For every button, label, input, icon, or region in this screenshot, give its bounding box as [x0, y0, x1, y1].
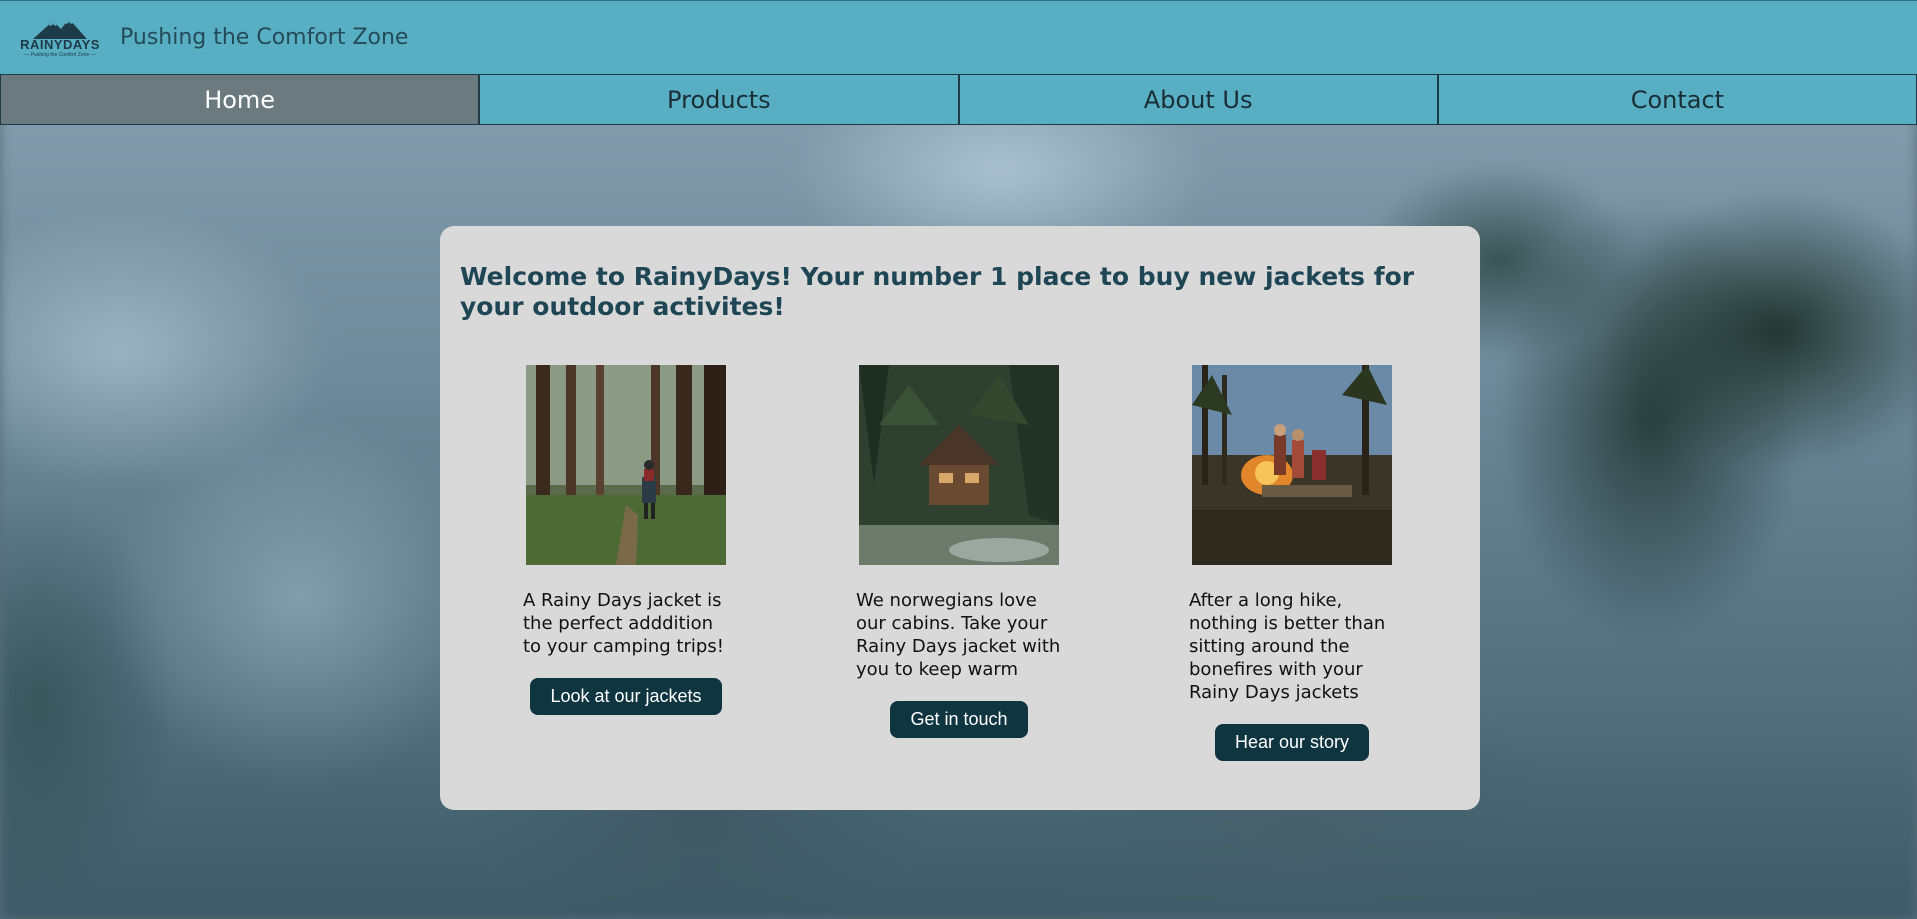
logo-text: RAINYDAYS	[20, 37, 100, 52]
rainydays-logo[interactable]: RAINYDAYS — Pushing the Comfort Zone —	[18, 12, 102, 64]
nav-item-home[interactable]: Home	[0, 74, 480, 125]
forest-cabin-photo	[859, 365, 1059, 565]
feature-card-cabins: We norwegians love our cabins. Take your…	[814, 365, 1104, 738]
feature-card-story: After a long hike, nothing is better tha…	[1147, 365, 1437, 761]
welcome-heading: Welcome to RainyDays! Your number 1 plac…	[460, 262, 1415, 321]
main-nav: Home Products About Us Contact	[0, 74, 1917, 125]
feature-text: We norwegians love our cabins. Take your…	[856, 590, 1061, 680]
mountain-icon	[33, 19, 87, 39]
look-at-jackets-button[interactable]: Look at our jackets	[530, 678, 722, 715]
hear-our-story-button[interactable]: Hear our story	[1214, 724, 1370, 761]
site-tagline: Pushing the Comfort Zone	[120, 25, 409, 50]
welcome-card: Welcome to RainyDays! Your number 1 plac…	[440, 226, 1480, 810]
campfire-photo	[1192, 365, 1392, 565]
nav-item-products[interactable]: Products	[479, 74, 959, 125]
forest-hiker-photo	[526, 365, 726, 565]
nav-item-about-us[interactable]: About Us	[958, 74, 1438, 125]
site-header: RAINYDAYS — Pushing the Comfort Zone — P…	[0, 0, 1917, 74]
nav-item-contact[interactable]: Contact	[1437, 74, 1917, 125]
get-in-touch-button[interactable]: Get in touch	[890, 701, 1028, 738]
logo-subtext: — Pushing the Comfort Zone —	[24, 52, 96, 58]
feature-card-jackets: A Rainy Days jacket is the perfect adddi…	[481, 365, 771, 715]
feature-text: After a long hike, nothing is better tha…	[1189, 590, 1386, 703]
feature-text: A Rainy Days jacket is the perfect adddi…	[523, 590, 724, 657]
